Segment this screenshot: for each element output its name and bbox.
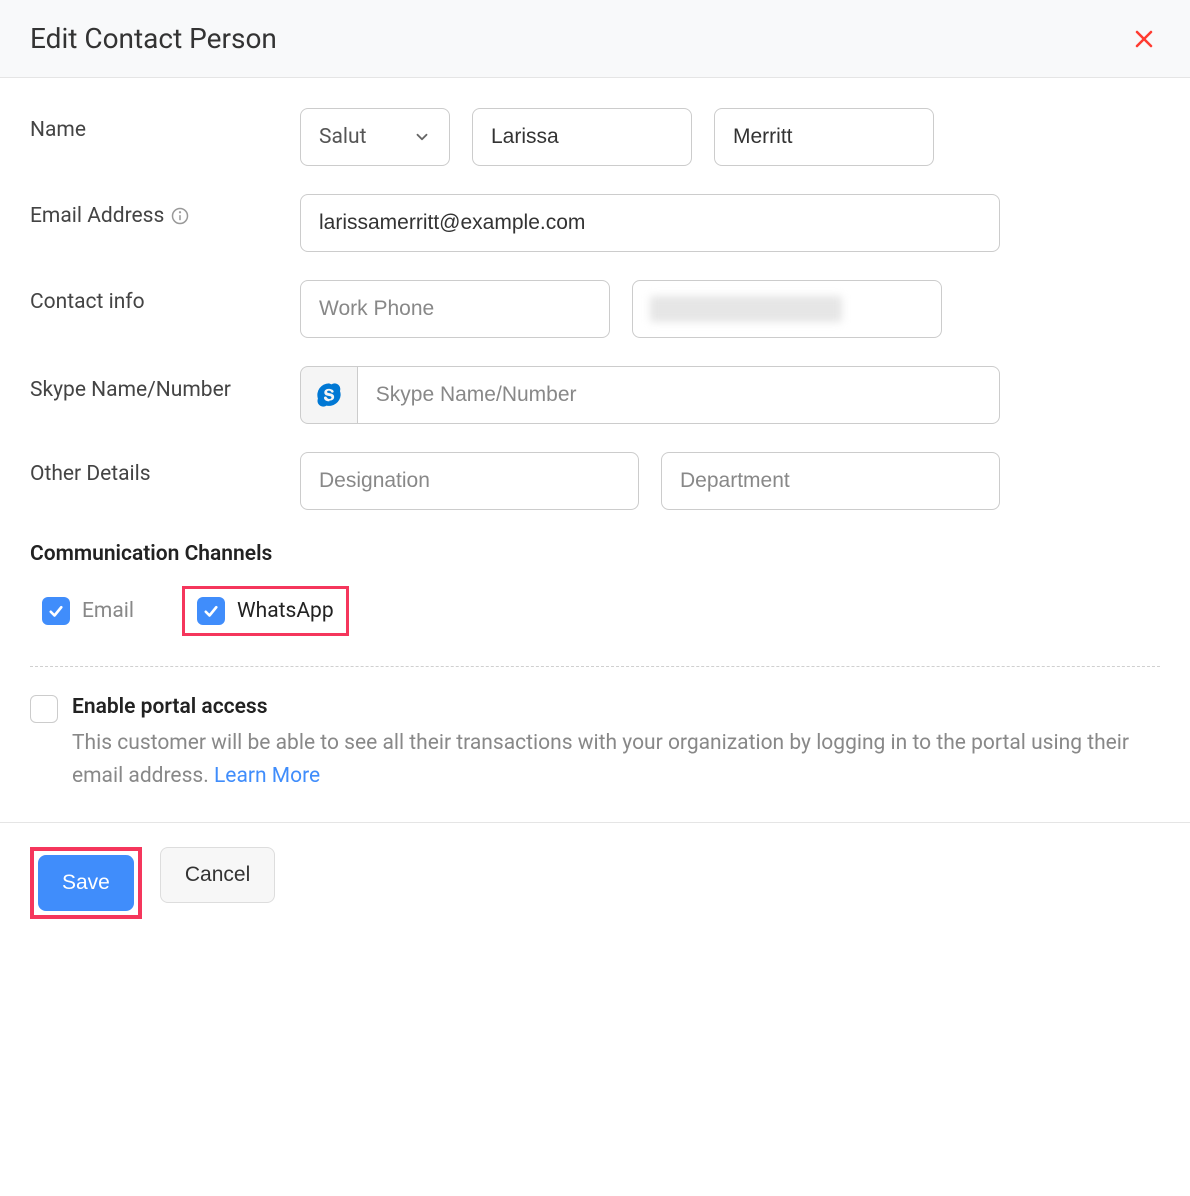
first-name-input[interactable] xyxy=(472,108,692,166)
portal-checkbox[interactable] xyxy=(30,695,58,723)
info-icon xyxy=(170,206,190,226)
last-name-input[interactable] xyxy=(714,108,934,166)
save-highlight: Save xyxy=(30,847,142,919)
channel-whatsapp[interactable]: WhatsApp xyxy=(182,586,349,636)
skype-addon xyxy=(300,366,357,424)
other-details-label: Other Details xyxy=(30,452,300,486)
channels-group: Email WhatsApp xyxy=(30,586,1160,636)
edit-contact-modal: Edit Contact Person Name Salut Email Add… xyxy=(0,0,1190,943)
save-button[interactable]: Save xyxy=(38,855,134,911)
salutation-placeholder: Salut xyxy=(319,125,366,149)
close-button[interactable] xyxy=(1128,23,1160,55)
portal-section: Enable portal access This customer will … xyxy=(30,695,1160,792)
modal-body: Name Salut Email Address Contact info xyxy=(0,78,1190,822)
designation-input[interactable] xyxy=(300,452,639,510)
name-row: Name Salut xyxy=(30,108,1160,166)
email-label: Email Address xyxy=(30,194,300,228)
check-icon xyxy=(47,602,65,620)
email-checkbox[interactable] xyxy=(42,597,70,625)
skype-icon xyxy=(315,381,343,409)
portal-title: Enable portal access xyxy=(72,695,1160,719)
work-phone-input[interactable] xyxy=(300,280,610,338)
close-icon xyxy=(1132,27,1156,51)
skype-input[interactable] xyxy=(357,366,1000,424)
email-row: Email Address xyxy=(30,194,1160,252)
learn-more-link[interactable]: Learn More xyxy=(214,764,320,788)
channel-email[interactable]: Email xyxy=(30,589,146,633)
skype-label: Skype Name/Number xyxy=(30,366,300,405)
modal-title: Edit Contact Person xyxy=(30,22,277,55)
contact-info-row: Contact info xyxy=(30,280,1160,338)
email-label-text: Email Address xyxy=(30,204,164,228)
name-label: Name xyxy=(30,108,300,142)
divider xyxy=(30,666,1160,667)
portal-description: This customer will be able to see all th… xyxy=(72,727,1160,792)
salutation-select[interactable]: Salut xyxy=(300,108,450,166)
whatsapp-checkbox[interactable] xyxy=(197,597,225,625)
cancel-button[interactable]: Cancel xyxy=(160,847,275,903)
channels-heading: Communication Channels xyxy=(30,542,1160,566)
skype-row: Skype Name/Number xyxy=(30,366,1160,424)
whatsapp-channel-label: WhatsApp xyxy=(237,599,334,623)
modal-header: Edit Contact Person xyxy=(0,0,1190,78)
other-details-row: Other Details xyxy=(30,452,1160,510)
department-input[interactable] xyxy=(661,452,1000,510)
email-input[interactable] xyxy=(300,194,1000,252)
modal-footer: Save Cancel xyxy=(0,822,1190,943)
email-channel-label: Email xyxy=(82,599,134,623)
redacted-value xyxy=(650,296,842,322)
contact-info-label: Contact info xyxy=(30,280,300,314)
chevron-down-icon xyxy=(413,128,431,146)
check-icon xyxy=(202,602,220,620)
